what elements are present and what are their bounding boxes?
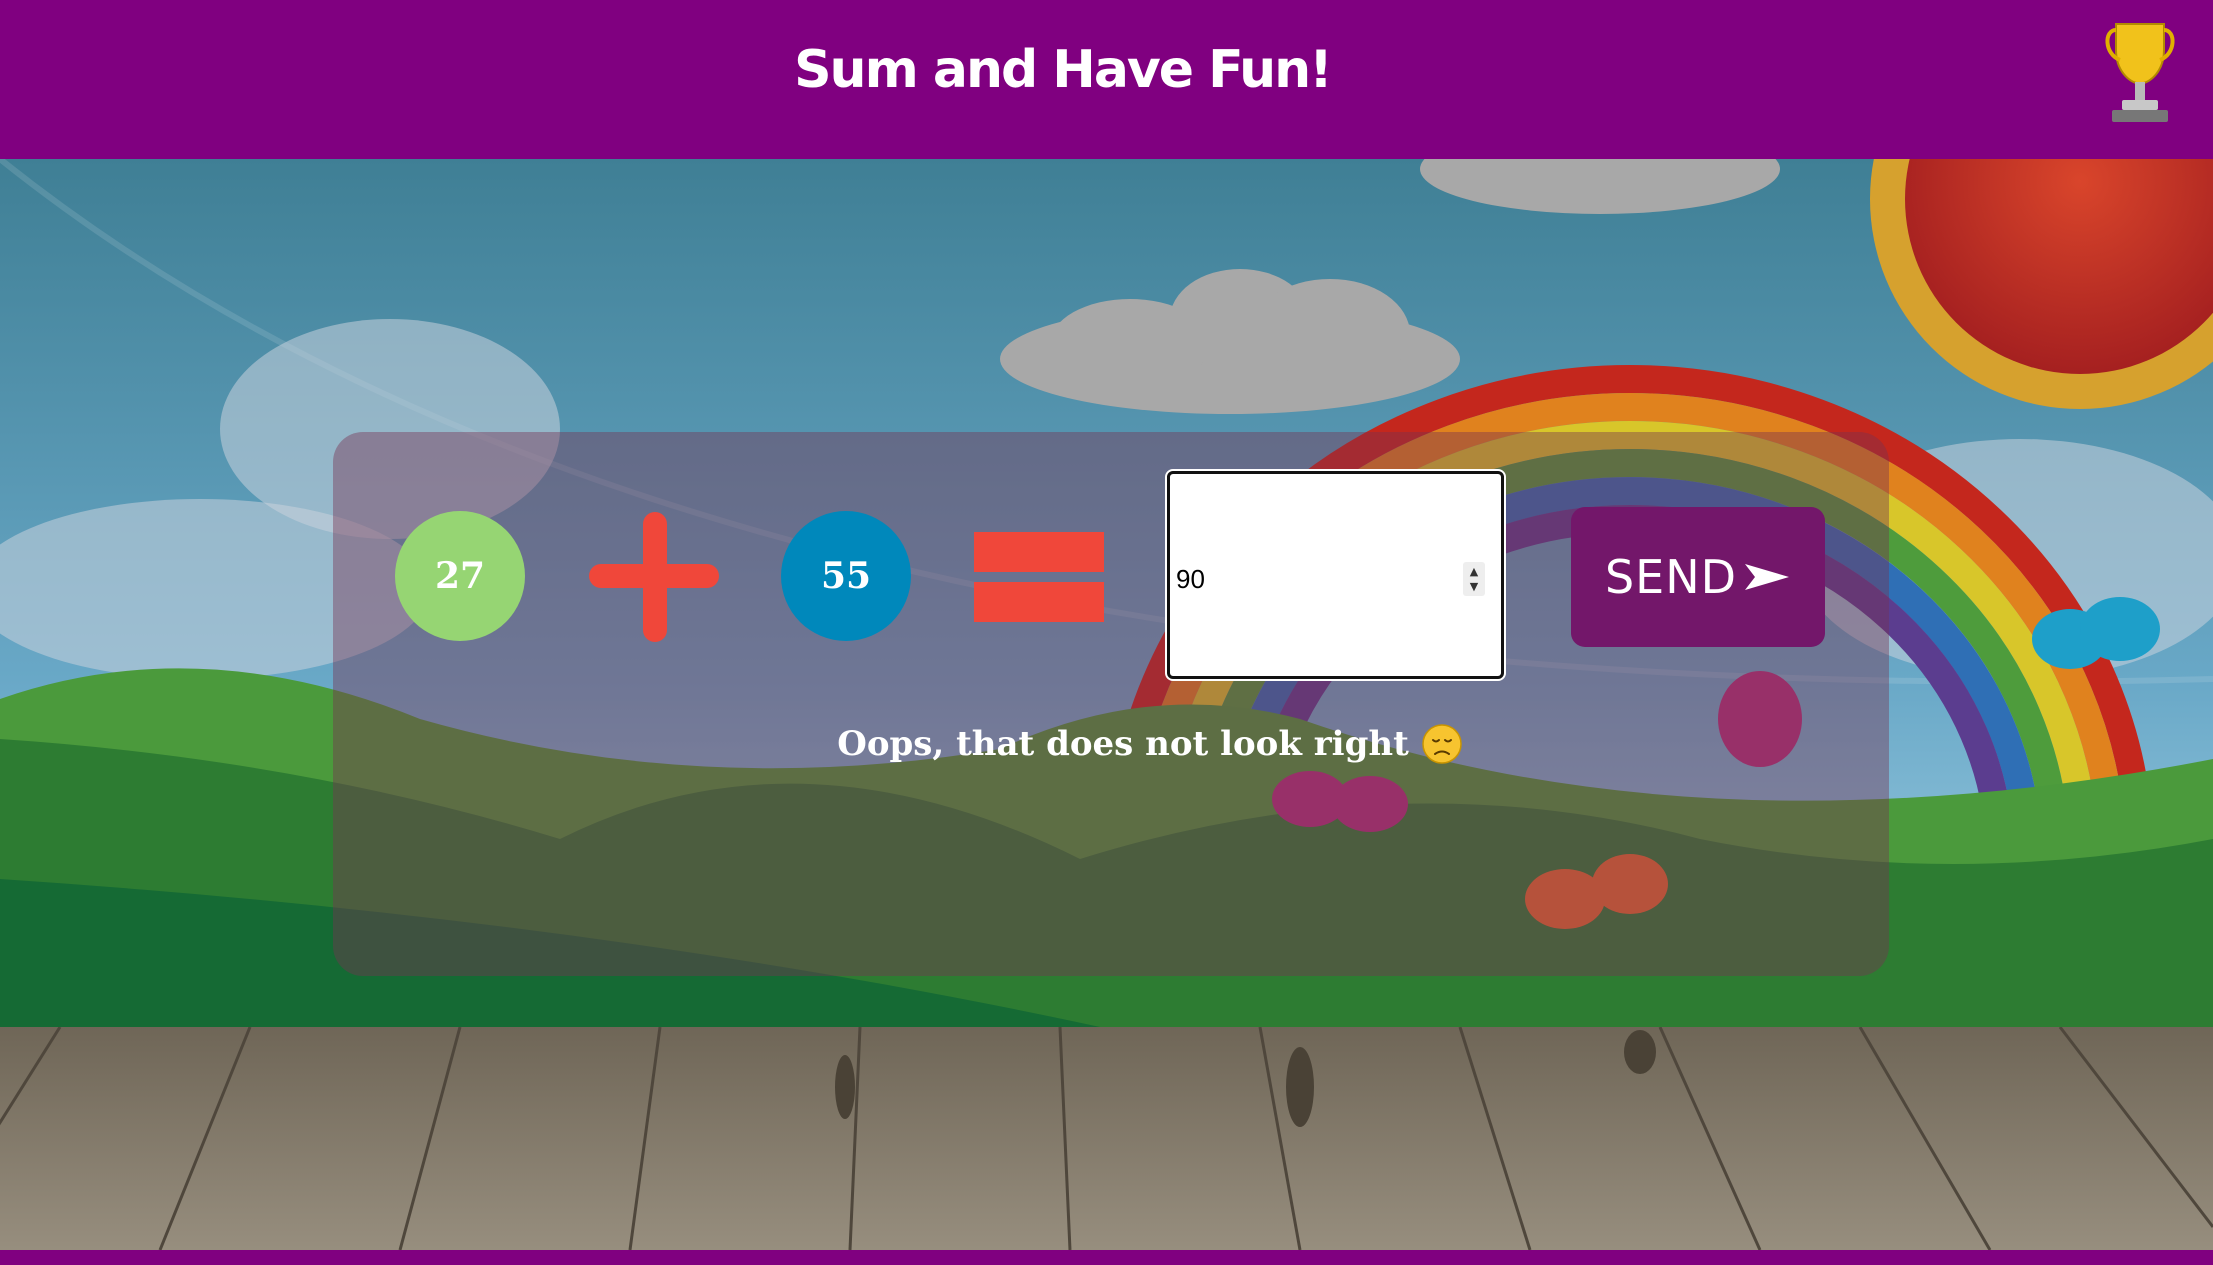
page-title: Sum and Have Fun!: [794, 40, 1333, 100]
operand-a-ball: 27: [395, 511, 525, 641]
equals-icon: [974, 582, 1104, 622]
answer-box[interactable]: ▲ ▼: [1167, 471, 1504, 679]
arrow-right-icon: [1745, 564, 1790, 590]
top-bar: Sum and Have Fun!: [0, 0, 2213, 159]
feedback-text: Oops, that does not look right: [837, 724, 1409, 764]
operand-b-ball: 55: [781, 511, 911, 641]
feedback-message: Oops, that does not look right: [800, 723, 1500, 765]
number-spinner[interactable]: ▲ ▼: [1463, 562, 1485, 596]
equals-icon: [974, 532, 1104, 572]
plus-icon: [589, 564, 719, 588]
answer-input[interactable]: [1174, 558, 1438, 600]
operand-b-value: 55: [820, 555, 872, 597]
spinner-up-icon[interactable]: ▲: [1470, 566, 1478, 577]
wooden-floor: [0, 1027, 2213, 1250]
send-button-label: SEND: [1604, 550, 1738, 604]
bottom-bar: [0, 1250, 2213, 1265]
spinner-down-icon[interactable]: ▼: [1470, 581, 1478, 592]
operand-a-value: 27: [434, 555, 486, 597]
sad-face-icon: [1422, 724, 1462, 764]
send-button[interactable]: SEND: [1571, 507, 1825, 647]
trophy-icon[interactable]: [2102, 20, 2178, 124]
